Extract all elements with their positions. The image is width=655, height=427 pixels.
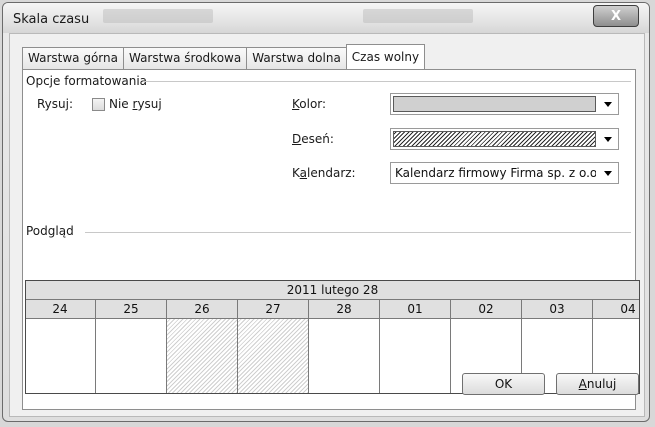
tab-strip: Warstwa górna Warstwa środkowa Warstwa d… [22,44,426,69]
close-icon: X [610,8,622,24]
preview-day-label: 26 [166,300,237,318]
color-swatch [393,96,596,112]
dont-draw-label[interactable]: Nie rysuj [109,97,162,111]
cancel-button[interactable]: Anuluj [556,373,639,395]
tab-top-tier[interactable]: Warstwa górna [22,47,124,69]
group-divider [143,81,631,82]
timescale-preview: 2011 lutego 28 24 25 26 27 28 01 02 03 04 [25,280,640,394]
calendar-value: Kalendarz firmowy Firma sp. z o.o. (t [395,166,596,180]
pattern-swatch [393,131,596,147]
color-dropdown[interactable] [390,93,619,115]
dialog-client-area: Warstwa górna Warstwa środkowa Warstwa d… [9,33,645,417]
preview-day-column [308,319,379,393]
color-label: Kolor: [292,97,327,111]
calendar-dropdown[interactable]: Kalendarz firmowy Firma sp. z o.o. (t [390,162,619,184]
preview-day-label: 01 [379,300,450,318]
chevron-down-icon [604,102,612,107]
preview-day-column [379,319,450,393]
preview-day-label: 25 [95,300,166,318]
preview-nonworking-column [166,319,237,393]
chevron-down-icon [604,171,612,176]
chevron-down-icon [604,137,612,142]
calendar-label: Kalendarz: [292,166,356,180]
pattern-dropdown[interactable] [390,128,619,150]
preview-day-label: 03 [521,300,592,318]
preview-day-column [95,319,166,393]
background-ghost [103,9,213,23]
preview-day-label: 24 [26,300,95,318]
tab-middle-tier[interactable]: Warstwa środkowa [122,47,248,69]
preview-day-label: 02 [450,300,521,318]
tab-bottom-tier[interactable]: Warstwa dolna [246,47,347,69]
preview-day-row: 24 25 26 27 28 01 02 03 04 [26,300,639,319]
preview-day-label: 27 [237,300,308,318]
draw-label: Rysuj: [37,97,74,111]
title-bar[interactable]: Skala czasu X [3,3,649,33]
preview-date-header: 2011 lutego 28 [26,281,639,300]
close-button[interactable]: X [593,5,639,27]
preview-day-column [26,319,95,393]
background-ghost [363,9,473,23]
group-divider [85,232,631,233]
dialog-window: Skala czasu X Warstwa górna Warstwa środ… [2,2,650,422]
pattern-label: Deseń: [292,132,334,146]
preview-group-title: Podgląd [26,224,74,238]
tab-nonworking-time[interactable]: Czas wolny [345,44,426,69]
preview-nonworking-column [237,319,308,393]
preview-day-label: 04 [592,300,639,318]
preview-day-label: 28 [308,300,379,318]
ok-button[interactable]: OK [462,373,545,395]
window-title: Skala czasu [13,12,90,27]
dont-draw-checkbox[interactable] [92,98,105,111]
formatting-group-title: Opcje formatowania [26,74,148,88]
